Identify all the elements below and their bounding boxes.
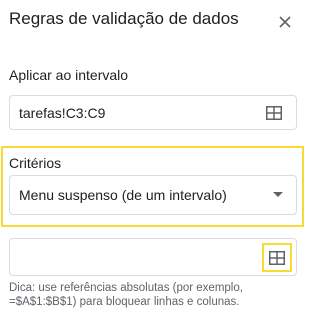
- range-input[interactable]: tarefas!C3:C9: [9, 95, 297, 130]
- range-value[interactable]: tarefas!C3:C9: [10, 105, 265, 121]
- criteria-source-input[interactable]: [9, 238, 297, 276]
- source-range-select-button[interactable]: [262, 243, 292, 272]
- panel-title: Regras de validação de dados: [9, 9, 239, 28]
- absolute-reference-hint: Dica: use referências absolutas (por exe…: [9, 282, 243, 308]
- grid-select-icon: [266, 105, 282, 120]
- range-select-button[interactable]: [265, 105, 283, 121]
- grid-select-icon: [269, 250, 285, 265]
- data-validation-panel: Regras de validação de dados Aplicar ao …: [0, 0, 310, 321]
- close-button[interactable]: [275, 12, 295, 32]
- dropdown-arrow-icon: [273, 192, 283, 197]
- criteria-selected-option: Menu suspenso (de um intervalo): [19, 187, 227, 203]
- range-label: Aplicar ao intervalo: [9, 67, 129, 83]
- criteria-label: Critérios: [9, 155, 62, 171]
- criteria-dropdown[interactable]: Menu suspenso (de um intervalo): [9, 175, 297, 215]
- close-icon: [279, 16, 291, 28]
